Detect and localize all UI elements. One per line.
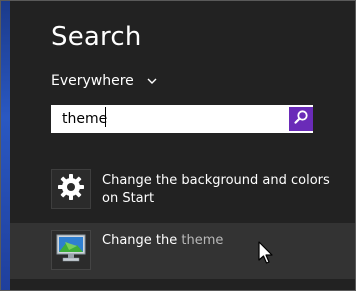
result-icon-tile [51, 169, 91, 209]
search-input[interactable] [53, 107, 287, 131]
search-scope-label: Everywhere [51, 73, 134, 89]
result-label-prefix: Change the [102, 233, 182, 248]
search-result-item-selected[interactable]: Change the theme [10, 223, 355, 279]
result-label: Change the background and colors on Star… [102, 173, 330, 206]
search-scope-dropdown[interactable]: Everywhere [51, 71, 158, 91]
search-panel-title: Search [51, 22, 142, 52]
display-settings-icon [55, 233, 87, 267]
gear-icon [57, 173, 85, 205]
app-window: Search Everywhere theme Change the backg… [0, 0, 356, 291]
start-screen-edge [1, 1, 10, 290]
chevron-down-icon [146, 75, 158, 87]
text-caret [105, 107, 106, 127]
search-box [51, 105, 313, 133]
result-label-highlight: theme [181, 233, 224, 248]
search-result-item[interactable]: Change the background and colors on Star… [10, 163, 355, 215]
result-icon-tile [51, 230, 91, 270]
search-button[interactable] [289, 107, 313, 131]
mouse-pointer-icon [258, 241, 274, 265]
result-label: Change the theme [102, 232, 223, 250]
search-icon [293, 109, 309, 129]
